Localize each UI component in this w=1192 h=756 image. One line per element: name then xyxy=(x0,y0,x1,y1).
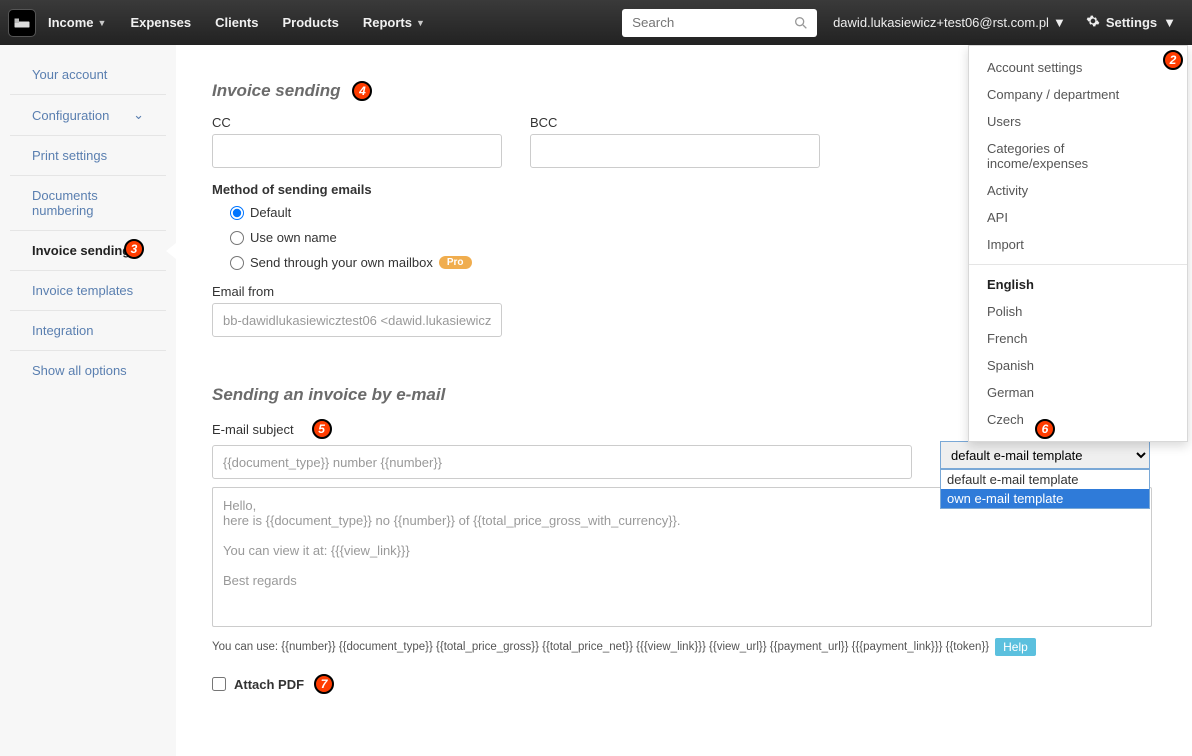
lang-german[interactable]: German xyxy=(969,379,1187,406)
nav-income[interactable]: Income▼ xyxy=(48,15,106,30)
sidebar: Your account Configuration⌄ Print settin… xyxy=(0,45,176,756)
settings-item-account[interactable]: Account settings xyxy=(969,54,1187,81)
annotation-badge-2: 2 xyxy=(1163,50,1183,70)
search-input[interactable] xyxy=(622,9,817,37)
annotation-badge-5: 5 xyxy=(312,419,332,439)
settings-item-company[interactable]: Company / department xyxy=(969,81,1187,108)
caret-down-icon: ▼ xyxy=(416,18,425,28)
attach-pdf-checkbox[interactable] xyxy=(212,677,226,691)
lang-czech[interactable]: Czech xyxy=(969,406,1187,433)
subject-input[interactable] xyxy=(212,445,912,479)
sidebar-item-show-all[interactable]: Show all options xyxy=(10,351,166,390)
template-select[interactable]: default e-mail template xyxy=(940,441,1150,469)
help-button[interactable]: Help xyxy=(995,638,1036,656)
lang-polish[interactable]: Polish xyxy=(969,298,1187,325)
annotation-badge-4: 4 xyxy=(352,81,372,101)
caret-down-icon: ▼ xyxy=(1053,15,1066,30)
app-logo-icon xyxy=(8,9,36,37)
lang-french[interactable]: French xyxy=(969,325,1187,352)
settings-item-activity[interactable]: Activity xyxy=(969,177,1187,204)
settings-item-api[interactable]: API xyxy=(969,204,1187,231)
sidebar-item-configuration[interactable]: Configuration⌄ xyxy=(10,95,166,136)
sidebar-item-documents-numbering[interactable]: Documents numbering xyxy=(10,176,166,231)
user-menu[interactable]: dawid.lukasiewicz+test06@rst.com.pl▼ xyxy=(833,15,1066,30)
cc-input[interactable] xyxy=(212,134,502,168)
settings-item-import[interactable]: Import xyxy=(969,231,1187,258)
annotation-badge-6: 6 xyxy=(1035,419,1055,439)
email-from-input[interactable] xyxy=(212,303,502,337)
chevron-down-icon: ⌄ xyxy=(133,107,144,123)
lang-english[interactable]: English xyxy=(969,271,1187,298)
annotation-badge-7: 7 xyxy=(314,674,334,694)
sidebar-item-your-account[interactable]: Your account xyxy=(10,55,166,95)
sidebar-item-invoice-templates[interactable]: Invoice templates xyxy=(10,271,166,311)
template-option-default[interactable]: default e-mail template xyxy=(941,470,1149,489)
nav-expenses[interactable]: Expenses xyxy=(130,15,191,30)
annotation-badge-3: 3 xyxy=(124,239,144,259)
bcc-label: BCC xyxy=(530,115,820,130)
bcc-input[interactable] xyxy=(530,134,820,168)
settings-dropdown-panel: Account settings 2 Company / department … xyxy=(968,45,1188,442)
template-options-list: default e-mail template own e-mail templ… xyxy=(940,469,1150,509)
top-nav-bar: Income▼ Expenses Clients Products Report… xyxy=(0,0,1192,45)
attach-pdf-label: Attach PDF xyxy=(234,677,304,692)
subject-label: E-mail subject xyxy=(212,422,294,437)
nav-products[interactable]: Products xyxy=(282,15,338,30)
sidebar-item-integration[interactable]: Integration xyxy=(10,311,166,351)
settings-item-users[interactable]: Users xyxy=(969,108,1187,135)
pro-badge: Pro xyxy=(439,256,472,269)
search-icon[interactable] xyxy=(793,15,809,34)
caret-down-icon: ▼ xyxy=(1163,15,1176,30)
nav-clients[interactable]: Clients xyxy=(215,15,258,30)
lang-spanish[interactable]: Spanish xyxy=(969,352,1187,379)
gear-icon xyxy=(1086,14,1100,31)
nav-reports[interactable]: Reports▼ xyxy=(363,15,425,30)
cc-label: CC xyxy=(212,115,502,130)
sidebar-item-print-settings[interactable]: Print settings xyxy=(10,136,166,176)
caret-down-icon: ▼ xyxy=(98,18,107,28)
template-option-own[interactable]: own e-mail template xyxy=(941,489,1149,508)
tokens-help-text: You can use: {{number}} {{document_type}… xyxy=(212,641,989,653)
settings-item-categories[interactable]: Categories of income/expenses xyxy=(969,135,1187,177)
settings-menu-button[interactable]: Settings▼ xyxy=(1086,14,1176,31)
